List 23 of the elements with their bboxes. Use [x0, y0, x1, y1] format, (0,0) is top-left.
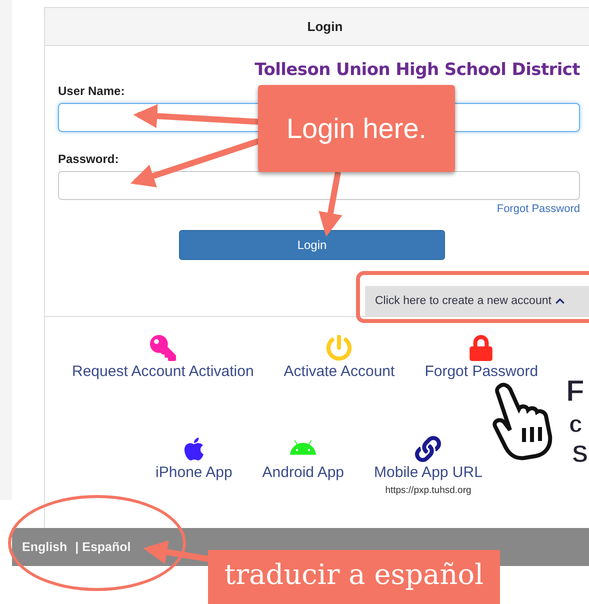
create-account-button[interactable]: Click here to create a new account — [365, 286, 589, 316]
app-link[interactable]: Mobile App URL https://pxp.tuhsd.org — [374, 436, 482, 496]
field-label: User Name: — [58, 84, 126, 98]
action-link[interactable]: Activate Account — [284, 335, 395, 380]
callout-text: F — [566, 375, 586, 409]
district-name: Tolleson Union High School District — [254, 60, 580, 80]
forgot-password-link[interactable]: Forgot Password — [496, 203, 580, 215]
login-callout: Login here. — [258, 85, 455, 172]
action-link[interactable]: Request Account Activation — [72, 335, 254, 380]
url-text: https://pxp.tuhsd.org — [385, 485, 472, 496]
input-field[interactable] — [58, 171, 580, 200]
callout-text: S — [572, 441, 588, 469]
field-label: Password: — [58, 152, 120, 166]
language-callout: traducir a español — [208, 550, 500, 604]
caret-icon — [555, 296, 566, 306]
app-link[interactable]: Android App — [262, 436, 344, 496]
hand-cursor-icon — [492, 382, 552, 460]
app-link[interactable]: iPhone App — [156, 436, 232, 496]
callout-text: c — [569, 411, 584, 439]
login-button[interactable]: Login — [179, 230, 445, 260]
panel-title: Login — [307, 19, 343, 34]
arrow — [318, 171, 342, 237]
action-link[interactable]: Forgot Password — [424, 335, 538, 380]
